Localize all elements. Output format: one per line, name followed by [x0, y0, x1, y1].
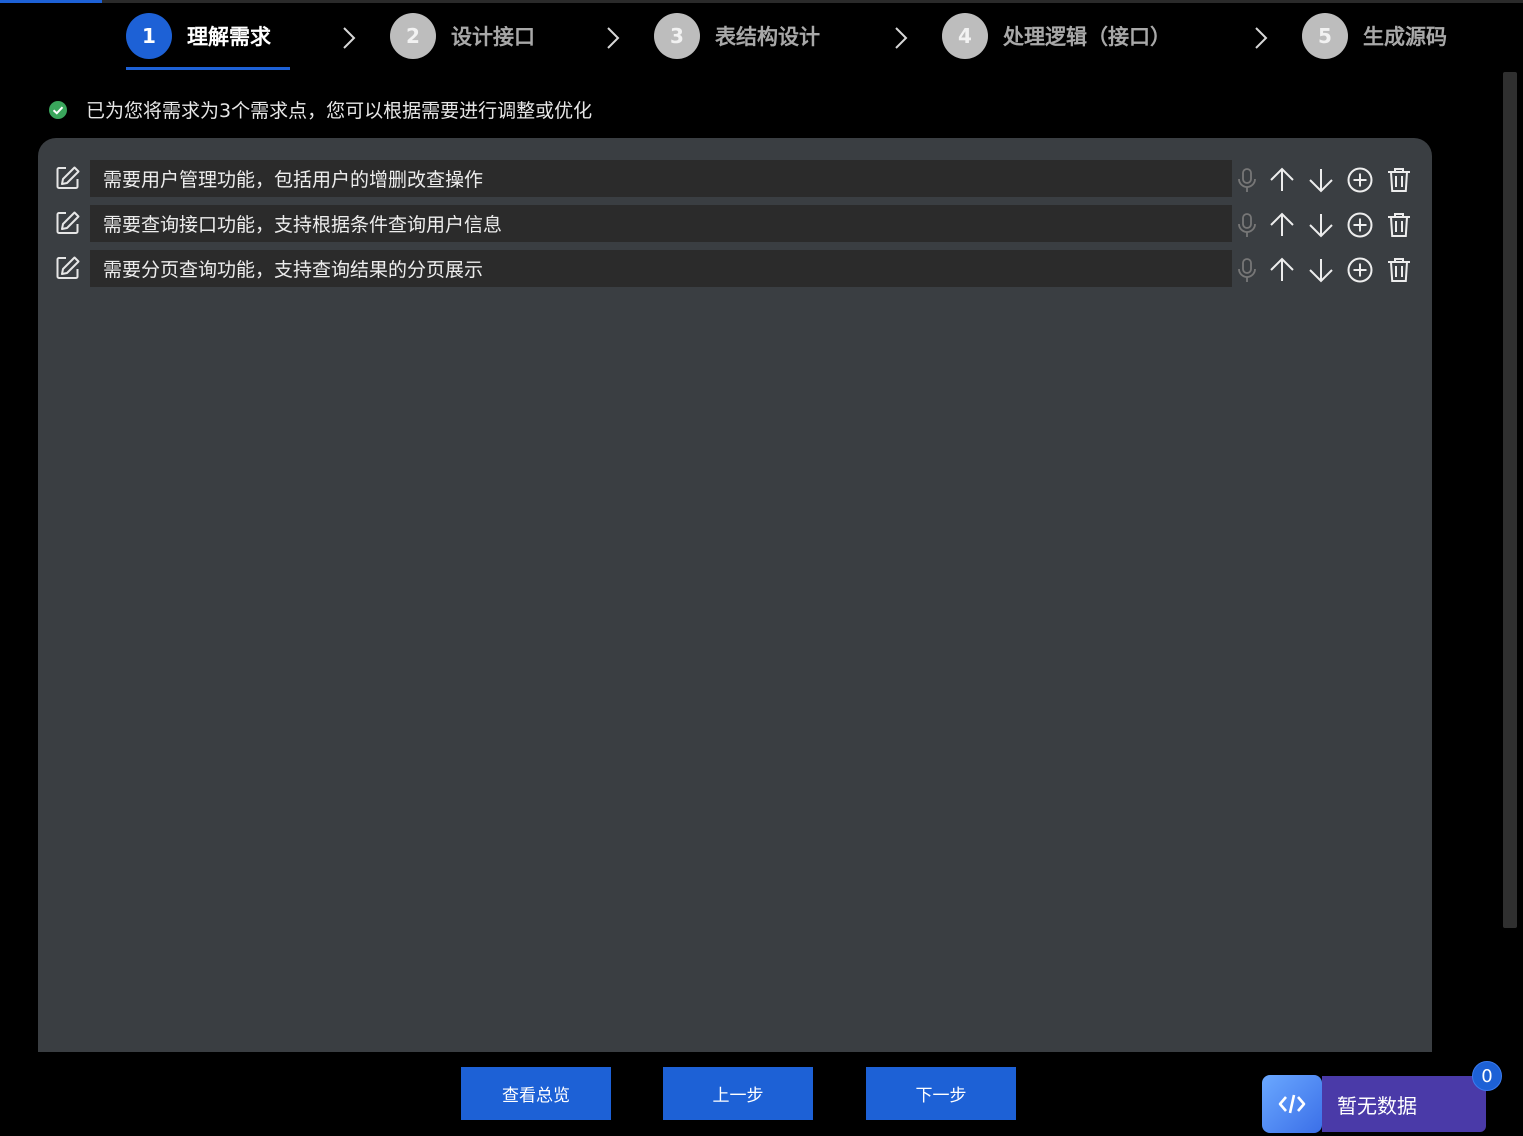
step-label: 处理逻辑（接口） — [1003, 25, 1171, 49]
trash-icon[interactable] — [1385, 211, 1413, 239]
previous-step-button[interactable]: 上一步 — [663, 1067, 813, 1120]
requirements-panel: 需要用户管理功能，包括用户的增删改查操作 需要查询接口功能，支持根据条件查询用户… — [38, 138, 1432, 1052]
trash-icon[interactable] — [1385, 256, 1413, 284]
step-label: 设计接口 — [451, 25, 535, 49]
app-window: 1 理解需求 2 设计接口 3 表结构设计 4 处理逻辑（接口） 5 生成源码 … — [0, 0, 1523, 1136]
microphone-icon[interactable] — [1233, 166, 1261, 194]
widget-label: 暂无数据 — [1322, 1076, 1486, 1132]
edit-icon[interactable] — [54, 164, 82, 192]
step-label: 理解需求 — [187, 25, 271, 49]
requirement-row: 需要查询接口功能，支持根据条件查询用户信息 — [38, 205, 1432, 243]
count-badge: 0 — [1472, 1061, 1502, 1091]
step-label: 表结构设计 — [715, 25, 820, 49]
step-number: 4 — [942, 13, 988, 59]
chevron-right-icon — [343, 27, 356, 49]
step-number: 3 — [654, 13, 700, 59]
arrow-down-icon[interactable] — [1307, 166, 1335, 194]
requirement-row: 需要分页查询功能，支持查询结果的分页展示 — [38, 250, 1432, 288]
chevron-right-icon — [607, 27, 620, 49]
microphone-icon[interactable] — [1233, 256, 1261, 284]
microphone-icon[interactable] — [1233, 211, 1261, 239]
loading-progress-bar — [0, 0, 102, 3]
requirement-input[interactable]: 需要查询接口功能，支持根据条件查询用户信息 — [90, 205, 1232, 242]
requirement-input[interactable]: 需要用户管理功能，包括用户的增删改查操作 — [90, 160, 1232, 197]
arrow-down-icon[interactable] — [1307, 256, 1335, 284]
arrow-down-icon[interactable] — [1307, 211, 1335, 239]
edit-icon[interactable] — [54, 209, 82, 237]
view-overview-button[interactable]: 查看总览 — [461, 1067, 611, 1120]
scrollbar[interactable] — [1503, 72, 1517, 928]
active-step-underline — [126, 67, 290, 70]
step-label: 生成源码 — [1363, 25, 1447, 49]
step-navigator: 1 理解需求 2 设计接口 3 表结构设计 4 处理逻辑（接口） 5 生成源码 — [0, 8, 1523, 72]
step-number: 1 — [126, 13, 172, 59]
arrow-up-icon[interactable] — [1268, 211, 1296, 239]
add-circle-icon[interactable] — [1346, 166, 1374, 194]
step-number: 5 — [1302, 13, 1348, 59]
step-1[interactable]: 1 理解需求 — [126, 12, 271, 60]
step-5[interactable]: 5 生成源码 — [1302, 12, 1447, 60]
code-widget[interactable]: 暂无数据 — [1262, 1075, 1486, 1133]
requirement-row: 需要用户管理功能，包括用户的增删改查操作 — [38, 160, 1432, 198]
add-circle-icon[interactable] — [1346, 256, 1374, 284]
add-circle-icon[interactable] — [1346, 211, 1374, 239]
trash-icon[interactable] — [1385, 166, 1413, 194]
next-step-button[interactable]: 下一步 — [866, 1067, 1016, 1120]
code-icon[interactable] — [1262, 1075, 1322, 1133]
chevron-right-icon — [895, 27, 908, 49]
edit-icon[interactable] — [54, 254, 82, 282]
check-circle-icon — [49, 100, 67, 119]
step-4[interactable]: 4 处理逻辑（接口） — [942, 12, 1171, 60]
info-text: 已为您将需求为3个需求点，您可以根据需要进行调整或优化 — [86, 100, 593, 122]
arrow-up-icon[interactable] — [1268, 256, 1296, 284]
code-brackets-icon — [1278, 1094, 1306, 1114]
step-3[interactable]: 3 表结构设计 — [654, 12, 820, 60]
info-message: 已为您将需求为3个需求点，您可以根据需要进行调整或优化 — [48, 96, 592, 123]
top-divider — [102, 0, 1523, 3]
step-2[interactable]: 2 设计接口 — [390, 12, 535, 60]
chevron-right-icon — [1255, 27, 1268, 49]
requirement-input[interactable]: 需要分页查询功能，支持查询结果的分页展示 — [90, 250, 1232, 287]
step-number: 2 — [390, 13, 436, 59]
arrow-up-icon[interactable] — [1268, 166, 1296, 194]
